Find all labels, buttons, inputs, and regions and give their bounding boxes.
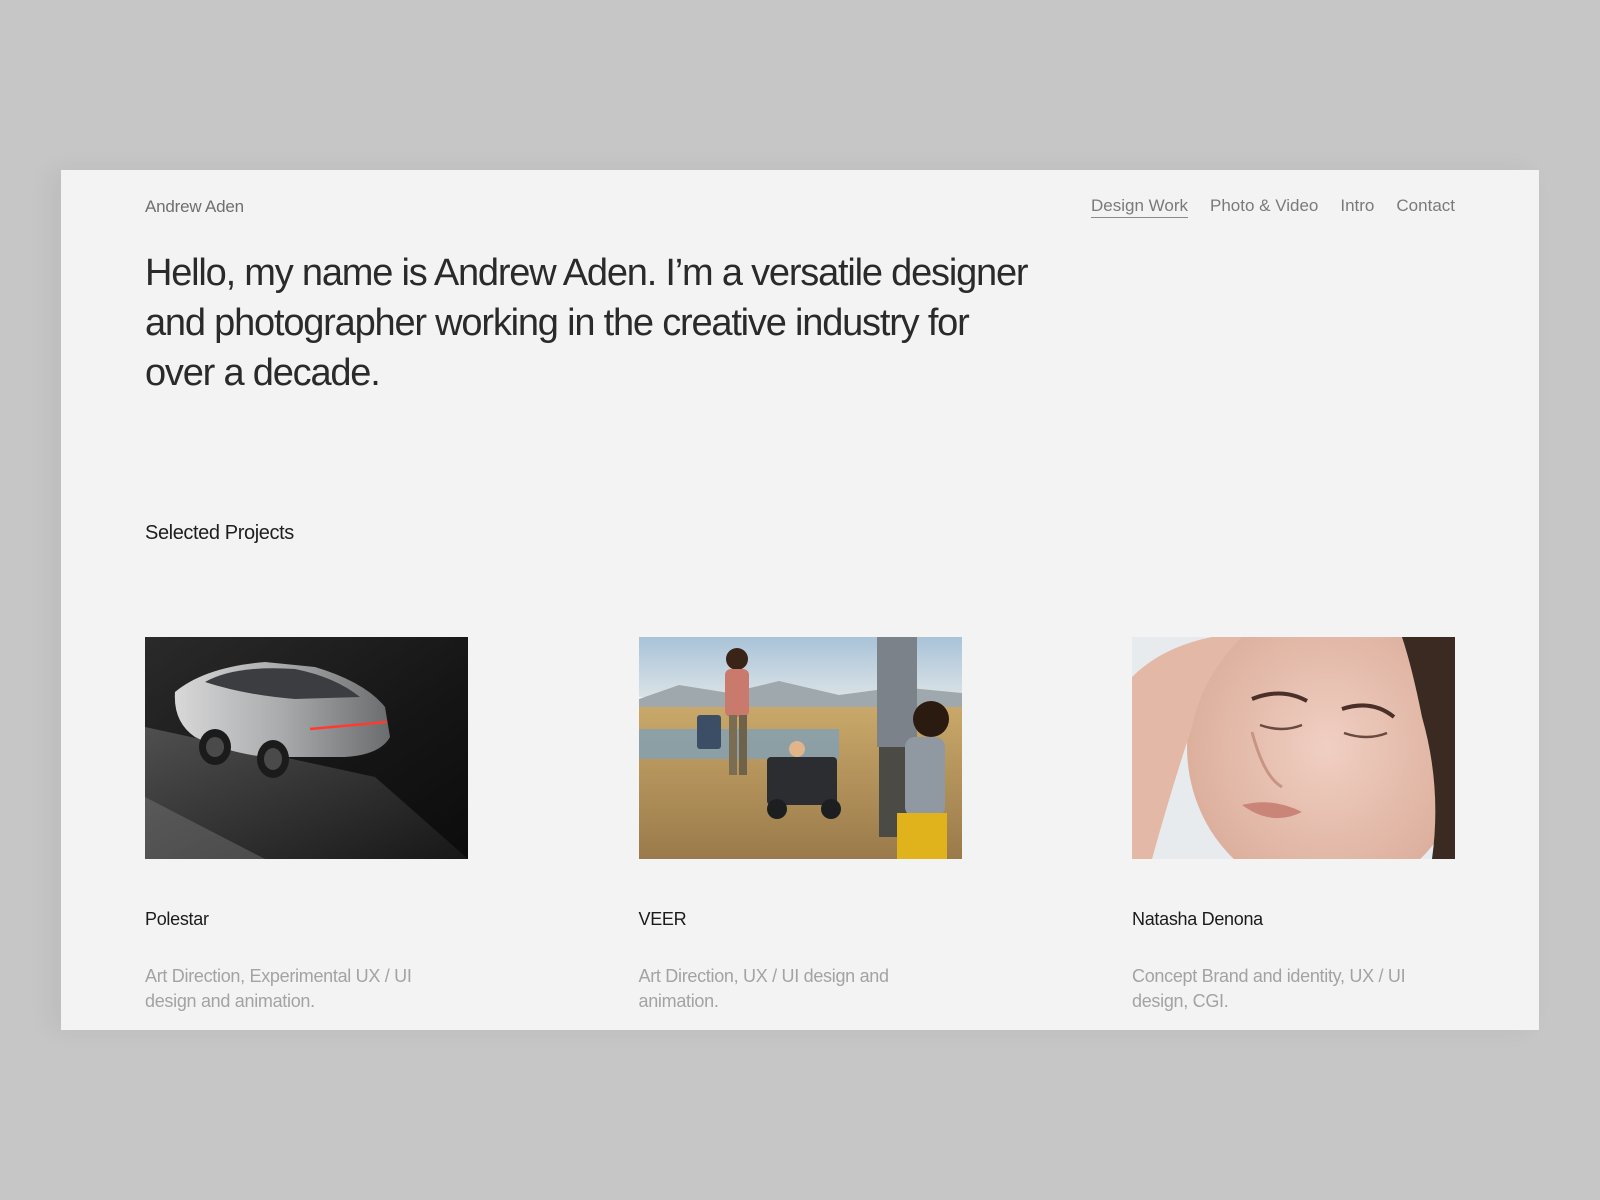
main-nav: Design Work Photo & Video Intro Contact: [1090, 196, 1455, 218]
family-outdoor-photo-image: [638, 637, 962, 859]
selected-projects-heading: Selected Projects: [145, 522, 294, 544]
nav-intro[interactable]: Intro: [1340, 196, 1374, 218]
project-description: Concept Brand and identity, UX / UI desi…: [1132, 966, 1406, 1011]
nav-photo-video[interactable]: Photo & Video: [1210, 196, 1318, 218]
project-card-natasha-denona[interactable]: Natasha Denona Concept Brand and identit…: [1132, 637, 1455, 1014]
website-page: Andrew Aden Design Work Photo & Video In…: [61, 170, 1539, 1030]
nav-contact[interactable]: Contact: [1396, 196, 1455, 218]
project-description: Art Direction, UX / UI design and animat…: [638, 966, 890, 1011]
project-description: Art Direction, Experimental UX / UI desi…: [145, 966, 412, 1011]
project-title[interactable]: VEER: [639, 909, 962, 930]
veer-thumbnail[interactable]: [638, 637, 962, 859]
hero-intro-text: Hello, my name is Andrew Aden. I’m a ver…: [145, 252, 1029, 394]
project-title[interactable]: Polestar: [145, 909, 468, 930]
project-card-veer[interactable]: VEER Art Direction, UX / UI design and a…: [638, 637, 962, 1014]
car-photo-image: [145, 637, 468, 859]
projects-grid: Polestar Art Direction, Experimental UX …: [145, 637, 1455, 1014]
portrait-photo-image: [1132, 637, 1455, 859]
natasha-denona-thumbnail[interactable]: [1132, 637, 1455, 859]
project-title[interactable]: Natasha Denona: [1132, 909, 1455, 930]
project-card-polestar[interactable]: Polestar Art Direction, Experimental UX …: [145, 637, 468, 1014]
polestar-thumbnail[interactable]: [145, 637, 468, 859]
brand-logo-text[interactable]: Andrew Aden: [145, 197, 244, 217]
site-header: Andrew Aden Design Work Photo & Video In…: [145, 192, 1455, 222]
nav-design-work[interactable]: Design Work: [1090, 196, 1188, 218]
